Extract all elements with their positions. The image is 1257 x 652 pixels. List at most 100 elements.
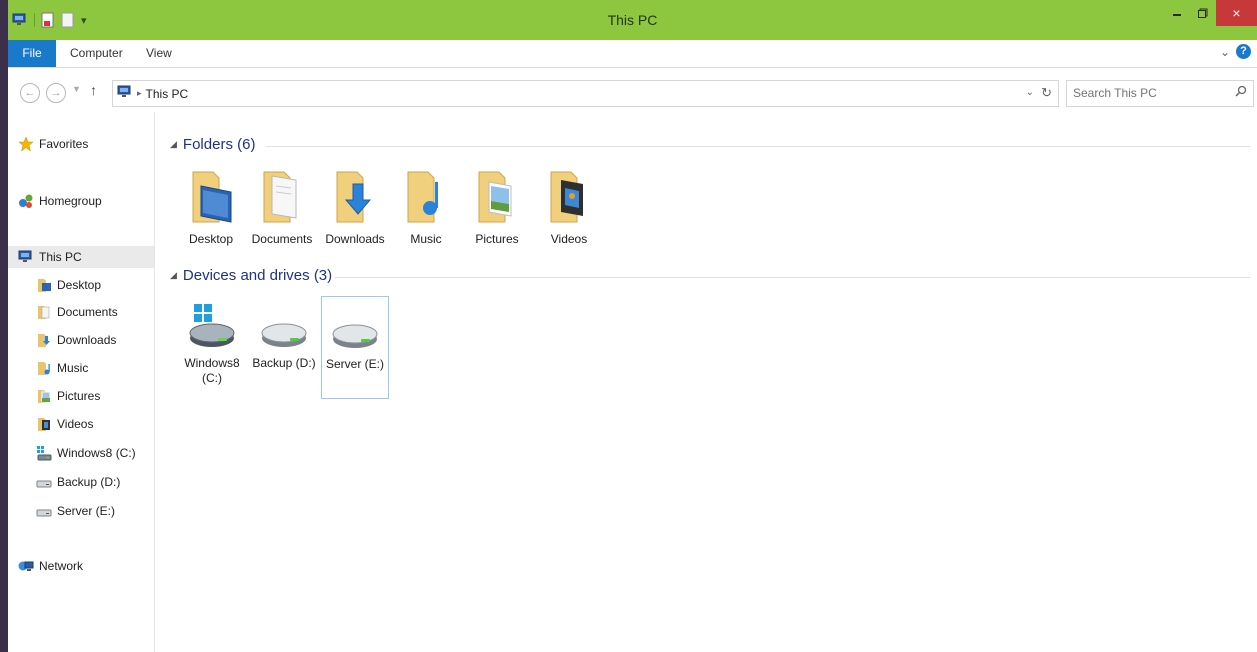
drives-group-title: Devices and drives (3)	[182, 267, 333, 284]
nav-label: Desktop	[57, 278, 102, 292]
ribbon-tabs: File Computer View ⌄ ?	[8, 40, 1257, 68]
folder-tile-documents[interactable]: Documents	[251, 166, 313, 247]
drive-label: Windows8 (C:)	[184, 356, 240, 385]
network-icon	[18, 558, 34, 574]
folder-tile-videos[interactable]: Videos	[538, 166, 600, 247]
nav-documents[interactable]: Documents	[36, 302, 118, 322]
refresh-icon[interactable]: ↻	[1041, 85, 1052, 101]
nav-network[interactable]: Network	[18, 556, 83, 576]
drive-tile-d[interactable]: Backup (D:)	[251, 298, 317, 399]
hard-drive-icon	[36, 503, 52, 519]
breadcrumb-chevron-icon[interactable]: ▸	[137, 88, 142, 99]
drives-group-header[interactable]: ◢ Devices and drives (3)	[170, 267, 332, 284]
nav-favorites[interactable]: Favorites	[18, 134, 88, 154]
nav-label: Backup (D:)	[57, 475, 121, 489]
nav-label: Windows8 (C:)	[57, 446, 136, 460]
search-icon[interactable]	[1235, 85, 1247, 100]
pictures-folder-icon	[36, 388, 52, 404]
address-bar[interactable]: ▸ This PC ⌄ ↻	[112, 80, 1059, 107]
music-folder-icon	[407, 171, 438, 223]
folder-label: Downloads	[325, 232, 385, 246]
minimize-button[interactable]	[1164, 0, 1190, 26]
videos-folder-icon	[550, 171, 583, 223]
nav-homegroup[interactable]: Homegroup	[18, 191, 102, 211]
folder-label: Videos	[550, 232, 588, 246]
nav-label: Videos	[57, 417, 94, 431]
nav-drive-e[interactable]: Server (E:)	[36, 501, 115, 521]
nav-videos[interactable]: Videos	[36, 414, 93, 434]
folder-label: Desktop	[188, 232, 234, 246]
close-button[interactable]: ×	[1216, 0, 1257, 26]
folder-label: Documents	[251, 232, 313, 246]
folder-tile-desktop[interactable]: Desktop	[180, 166, 242, 247]
hard-drive-icon	[332, 324, 378, 348]
nav-label: This PC	[39, 250, 82, 264]
hard-drive-icon	[36, 474, 52, 490]
collapse-triangle-icon[interactable]: ◢	[170, 139, 177, 150]
recent-locations-icon[interactable]: ▼	[72, 84, 81, 94]
folder-tile-downloads[interactable]: Downloads	[324, 166, 386, 247]
folders-group-header[interactable]: ◢ Folders (6)	[170, 136, 255, 153]
breadcrumb: ▸ This PC	[117, 85, 188, 102]
this-pc-icon	[117, 85, 133, 102]
window-title: This PC	[607, 12, 658, 28]
window-controls: ×	[1164, 0, 1257, 40]
nav-drive-d[interactable]: Backup (D:)	[36, 472, 120, 492]
back-button[interactable]: ←	[20, 83, 40, 103]
windows-drive-icon	[189, 304, 235, 347]
search-input[interactable]	[1067, 81, 1223, 104]
pictures-folder-icon	[478, 171, 512, 223]
windows-drive-icon	[36, 445, 52, 461]
group-divider	[334, 277, 1251, 278]
address-dropdown-icon[interactable]: ⌄	[1026, 87, 1034, 98]
nav-label: Server (E:)	[57, 504, 116, 518]
documents-folder-icon	[263, 171, 297, 223]
documents-folder-icon	[36, 304, 52, 320]
music-folder-icon	[36, 360, 52, 376]
desktop-folder-icon	[192, 171, 232, 223]
group-divider	[266, 146, 1251, 147]
search-box	[1066, 80, 1254, 107]
nav-this-pc[interactable]: This PC	[8, 246, 154, 268]
address-row: ← → ▼ ↑ ▸ This PC ⌄ ↻	[8, 78, 1257, 108]
nav-downloads[interactable]: Downloads	[36, 330, 116, 350]
tab-computer[interactable]: Computer	[70, 40, 123, 67]
expand-ribbon-icon[interactable]: ⌄	[1220, 45, 1230, 59]
homegroup-icon	[18, 193, 34, 209]
nav-label: Network	[39, 559, 84, 573]
nav-label: Music	[57, 361, 89, 375]
desktop-folder-icon	[36, 277, 52, 293]
folders-group-title: Folders (6)	[182, 136, 256, 153]
downloads-folder-icon	[36, 332, 52, 348]
help-icon[interactable]: ?	[1236, 44, 1251, 59]
nav-music[interactable]: Music	[36, 358, 88, 378]
navigation-pane: Favorites Homegroup This PC Desktop Docu…	[8, 112, 155, 652]
content-pane: ◢ Folders (6) Desktop Documents Download…	[158, 112, 1257, 652]
computer-icon	[18, 249, 34, 265]
restore-button[interactable]	[1190, 0, 1216, 26]
folder-tile-music[interactable]: Music	[395, 166, 457, 247]
drive-label: Backup (D:)	[252, 356, 316, 370]
tab-file[interactable]: File	[8, 40, 56, 67]
nav-label: Homegroup	[39, 194, 102, 208]
title-bar: ▾ This PC ×	[8, 0, 1257, 40]
hard-drive-icon	[261, 323, 307, 347]
breadcrumb-this-pc[interactable]: This PC	[146, 87, 189, 101]
explorer-window: ▾ This PC × File Computer View ⌄ ? ← → ▼…	[8, 0, 1257, 652]
folder-tile-pictures[interactable]: Pictures	[466, 166, 528, 247]
tab-view[interactable]: View	[146, 40, 172, 67]
videos-folder-icon	[36, 416, 52, 432]
drive-label: Server (E:)	[325, 357, 384, 371]
forward-button[interactable]: →	[46, 83, 66, 103]
collapse-triangle-icon[interactable]: ◢	[170, 270, 177, 281]
drive-tile-c[interactable]: Windows8 (C:)	[179, 298, 245, 399]
nav-label: Favorites	[39, 137, 89, 151]
nav-pictures[interactable]: Pictures	[36, 386, 100, 406]
nav-label: Pictures	[57, 389, 101, 403]
nav-label: Downloads	[57, 333, 117, 347]
drive-tile-e[interactable]: Server (E:)	[321, 296, 389, 399]
up-button[interactable]: ↑	[90, 82, 97, 98]
nav-desktop[interactable]: Desktop	[36, 275, 101, 295]
nav-drive-c[interactable]: Windows8 (C:)	[36, 443, 136, 463]
folder-label: Music	[410, 232, 442, 246]
